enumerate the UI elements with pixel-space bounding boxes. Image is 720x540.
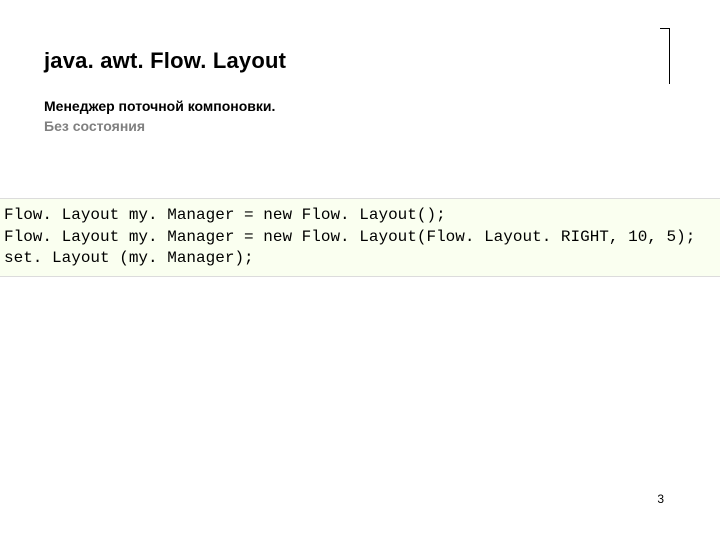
code-line-2: Flow. Layout my. Manager = new Flow. Lay… [4,227,716,249]
subtitle-line-2: Без состояния [44,116,676,136]
slide: java. awt. Flow. Layout Менеджер поточно… [0,0,720,540]
subtitle-line-1: Менеджер поточной компоновки. [44,96,676,116]
page-number: 3 [657,492,664,506]
header-area: java. awt. Flow. Layout Менеджер поточно… [44,48,676,137]
code-block: Flow. Layout my. Manager = new Flow. Lay… [0,198,720,277]
code-line-3: set. Layout (my. Manager); [4,248,716,270]
subtitle-block: Менеджер поточной компоновки. Без состоя… [44,96,676,137]
code-line-1: Flow. Layout my. Manager = new Flow. Lay… [4,205,716,227]
slide-title: java. awt. Flow. Layout [44,48,676,74]
